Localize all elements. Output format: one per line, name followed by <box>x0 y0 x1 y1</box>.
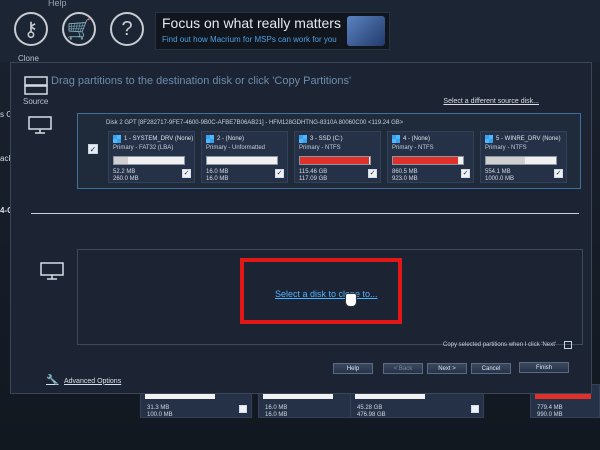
copy-partitions-checkbox[interactable] <box>564 341 572 349</box>
promo-banner[interactable]: Focus on what really matters Find out ho… <box>155 12 390 50</box>
partition-checkbox[interactable]: ✓ <box>368 169 377 178</box>
partition-name: 2 - (None) <box>217 136 245 142</box>
partition-header: 1 - SYSTEM_DRV (None) <box>113 135 193 143</box>
select-destination-link[interactable]: Select a disk to clone to... <box>275 289 378 299</box>
partition-type: Primary - NTFS <box>299 145 341 151</box>
hand-cursor-icon <box>345 293 357 307</box>
partition-total: 1000.0 MB <box>485 176 515 182</box>
partition-type: Primary - NTFS <box>392 145 434 151</box>
partition-usage-bar <box>392 156 464 165</box>
partition-used: 16.0 MB <box>206 169 229 175</box>
partition-type: Primary - Unformatted <box>206 145 266 151</box>
windows-icon <box>299 135 307 143</box>
source-disk[interactable]: Disk 2 GPT [8F282717-9FE7-4600-9B0C-AFBE… <box>77 113 581 189</box>
key-icon[interactable]: ⚷ <box>14 12 48 46</box>
banner-title: Focus on what really matters <box>162 15 341 31</box>
partition-total: 923.0 MB <box>392 176 418 182</box>
partition-checkbox[interactable]: ✓ <box>461 169 470 178</box>
windows-icon <box>485 135 493 143</box>
finish-button[interactable]: Finish <box>519 362 569 373</box>
partition-tile[interactable]: 2 - (None) Primary - Unformatted 16.0 MB 16… <box>201 131 288 183</box>
partition-tile[interactable]: 4 - (None) Primary - NTFS 860.5 MB 923.0 MB… <box>387 131 474 183</box>
advanced-options-label[interactable]: Advanced Options <box>64 378 121 385</box>
partition-tile[interactable]: 3 - SSD (C:) Primary - NTFS 115.46 GB 117.0… <box>294 131 381 183</box>
help-menu-label[interactable]: Help <box>48 0 67 8</box>
partition-used: 554.1 MB <box>485 169 511 175</box>
partition-header: 2 - (None) <box>206 135 244 143</box>
partition-usage-bar <box>299 156 371 165</box>
source-disk-icon <box>23 73 49 97</box>
partition-header: 5 - WINRE_DRV (None) <box>485 135 561 143</box>
windows-icon <box>206 135 214 143</box>
back-button[interactable]: < Back <box>383 363 423 374</box>
partition-usage-bar <box>485 156 557 165</box>
windows-icon <box>392 135 400 143</box>
partition-total: 16.0 MB <box>206 176 229 182</box>
partition-usage-bar <box>113 156 185 165</box>
windows-icon <box>113 135 121 143</box>
banner-subtitle[interactable]: Find out how Macrium for MSPs can work f… <box>162 35 337 44</box>
partition-header: 3 - SSD (C:) <box>299 135 343 143</box>
partition-checkbox[interactable]: ✓ <box>554 169 563 178</box>
next-button[interactable]: Next > <box>427 363 467 374</box>
partition-tile[interactable]: 1 - SYSTEM_DRV (None) Primary - FAT32 (LB… <box>108 131 195 183</box>
destination-monitor-icon <box>39 261 65 281</box>
dialog-instruction: Drag partitions to the destination disk … <box>51 75 352 87</box>
partition-used: 52.2 MB <box>113 169 136 175</box>
help-button[interactable]: Help <box>333 363 373 374</box>
select-source-link[interactable]: Select a different source disk... <box>443 98 539 105</box>
copy-partitions-note: Copy selected partitions when I click 'N… <box>443 342 557 348</box>
partition-type: Primary - FAT32 (LBA) <box>113 145 174 151</box>
partition-checkbox[interactable]: ✓ <box>275 169 284 178</box>
advanced-options-link[interactable]: 🔧 Advanced Options <box>46 375 121 387</box>
partition-header: 4 - (None) <box>392 135 430 143</box>
monitor-icon <box>27 115 53 135</box>
wrench-icon: 🔧 <box>46 375 59 386</box>
partition-used: 860.5 MB <box>392 169 418 175</box>
partition-name: 4 - (None) <box>403 136 431 142</box>
clone-dialog: Drag partitions to the destination disk … <box>10 62 592 394</box>
partition-name: 1 - SYSTEM_DRV (None) <box>124 136 194 142</box>
toolbar: Help ⚷ 🛒 ? Focus on what really matters … <box>0 0 600 62</box>
source-label: Source <box>23 97 49 106</box>
partition-list: 1 - SYSTEM_DRV (None) Primary - FAT32 (LB… <box>108 131 567 183</box>
banner-image <box>347 16 385 46</box>
partition-total: 260.0 MB <box>113 176 139 182</box>
basket-icon[interactable]: 🛒 <box>62 12 96 46</box>
partition-name: 5 - WINRE_DRV (None) <box>496 136 561 142</box>
source-disk-title: Disk 2 GPT [8F282717-9FE7-4600-9B0C-AFBE… <box>106 120 404 126</box>
help-icon[interactable]: ? <box>110 12 144 46</box>
section-divider <box>31 213 579 214</box>
partition-total: 117.09 GB <box>299 176 328 182</box>
partition-usage-bar <box>206 156 278 165</box>
partition-name: 3 - SSD (C:) <box>310 136 343 142</box>
partition-tile[interactable]: 5 - WINRE_DRV (None) Primary - NTFS 554.1 … <box>480 131 567 183</box>
cancel-button[interactable]: Cancel <box>471 363 511 374</box>
partition-checkbox[interactable]: ✓ <box>182 169 191 178</box>
partition-used: 115.46 GB <box>299 169 328 175</box>
source-disk-checkbox[interactable]: ✓ <box>88 144 98 154</box>
partition-type: Primary - NTFS <box>485 145 527 151</box>
